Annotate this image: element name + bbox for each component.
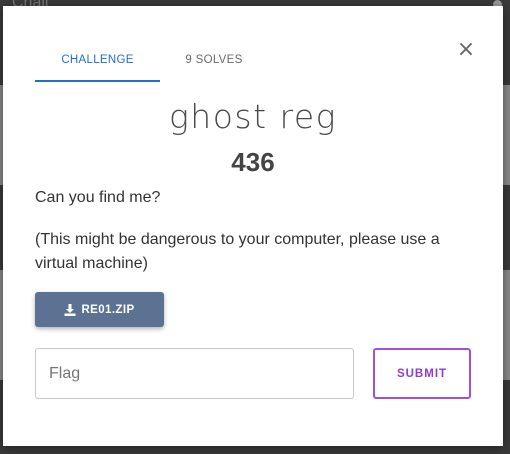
background-strip-right xyxy=(503,85,510,185)
tab-challenge[interactable]: CHALLENGE xyxy=(35,48,160,82)
download-file-button[interactable]: RE01.ZIP xyxy=(35,292,164,327)
download-icon xyxy=(64,303,76,316)
challenge-description-note: (This might be dangerous to your compute… xyxy=(35,231,440,272)
challenge-name: ghost reg xyxy=(169,97,337,136)
challenge-points: 436 xyxy=(231,147,275,177)
submit-button[interactable]: SUBMIT xyxy=(373,348,471,399)
tab-solves[interactable]: 9 SOLVES xyxy=(160,48,268,82)
flag-input[interactable] xyxy=(35,348,354,399)
close-icon[interactable]: × xyxy=(456,39,476,61)
challenge-modal: × CHALLENGE 9 SOLVES ghost reg 436 Can y… xyxy=(3,6,503,446)
challenge-description-line: Can you find me? xyxy=(35,189,161,206)
modal-tabs: CHALLENGE 9 SOLVES xyxy=(35,48,268,82)
download-file-label: RE01.ZIP xyxy=(81,303,135,316)
background-strip-right-2 xyxy=(503,270,510,380)
